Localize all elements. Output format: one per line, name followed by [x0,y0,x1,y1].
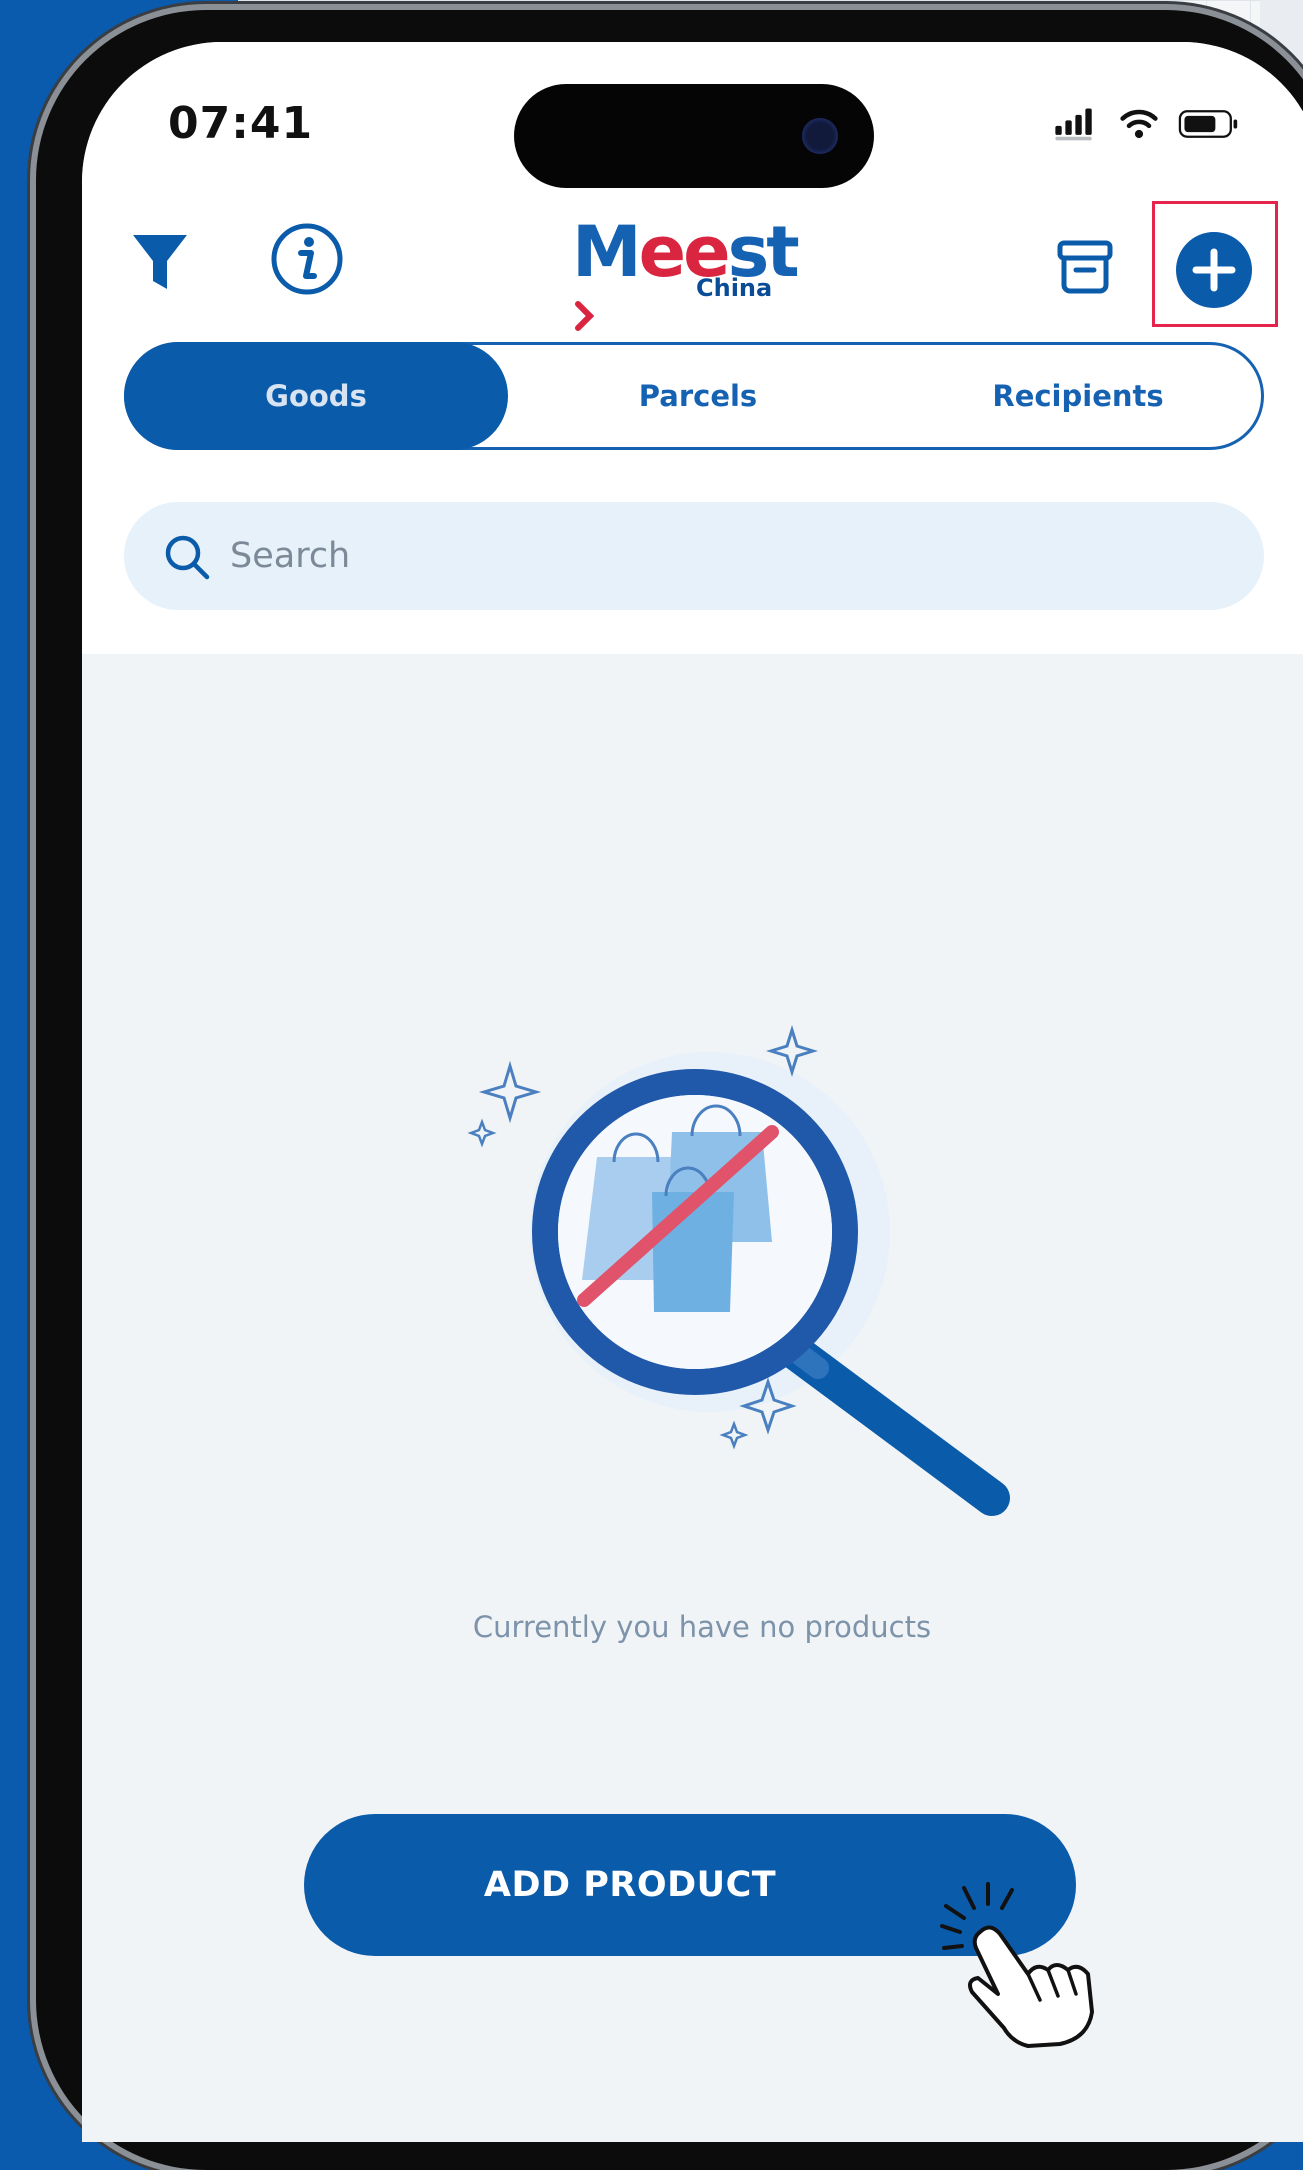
filter-icon [133,235,187,289]
segment-tabs: Goods Parcels Recipients [124,342,1264,450]
tab-goods[interactable]: Goods [124,342,508,450]
tab-recipients[interactable]: Recipients [888,342,1268,450]
filter-button[interactable] [122,220,198,304]
phone-screen: 07:41 Meest China Goods Parcels Recipien… [82,42,1303,2142]
archive-button[interactable] [1052,232,1118,302]
logo-arrow-icon [575,301,595,331]
logo-text-a: M [572,211,642,293]
archive-icon [1057,240,1113,294]
tab-parcels[interactable]: Parcels [508,342,888,450]
battery-icon [1178,110,1238,138]
dynamic-island [514,84,874,188]
empty-state-message: Currently you have no products [472,1610,932,1644]
camera-icon [802,118,838,154]
add-product-label: ADD PRODUCT [483,1865,777,1905]
status-time: 07:41 [168,98,314,149]
brand-logo: Meest China [572,211,802,331]
info-icon [271,223,343,295]
logo-subtitle: China [696,274,773,302]
search-input[interactable]: Search [124,502,1264,610]
highlight-frame [1152,201,1278,327]
signal-icon [1055,108,1092,141]
wifi-icon [1120,109,1158,139]
empty-products-illustration [467,1024,1010,1516]
pointer-hand-icon [940,1882,1094,2048]
search-icon [165,535,210,580]
search-placeholder: Search [230,536,351,576]
info-button[interactable] [266,218,348,300]
status-icons [1055,108,1238,141]
